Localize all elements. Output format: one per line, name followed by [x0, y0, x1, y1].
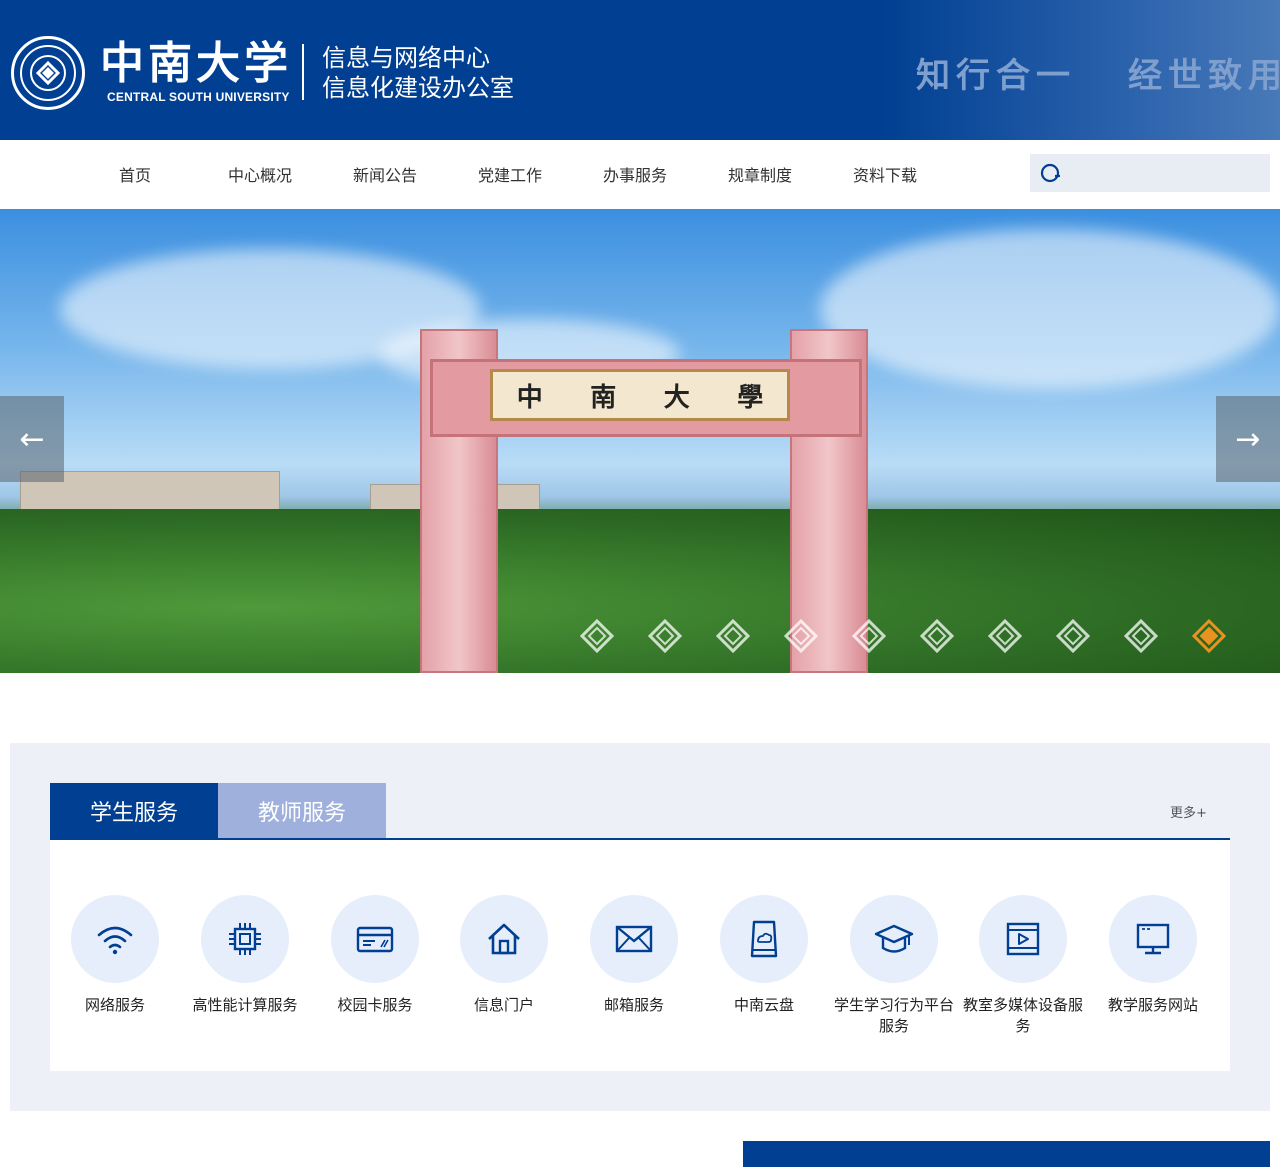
search-box — [1030, 154, 1270, 192]
tab-student-services[interactable]: 学生服务 — [50, 783, 218, 839]
hero-banner: 中 南 大 學 ← → — [0, 209, 1280, 673]
nav-item-about[interactable]: 中心概况 — [210, 162, 310, 186]
service-label: 邮箱服务 — [603, 996, 664, 1014]
tab-teacher-services[interactable]: 教师服务 — [218, 783, 386, 839]
nav-item-news[interactable]: 新闻公告 — [335, 162, 435, 186]
slide-dot-icon[interactable] — [987, 618, 1023, 654]
video-play-icon — [1006, 922, 1040, 956]
service-icon-bg — [331, 895, 419, 983]
service-label: 高性能计算服务 — [192, 996, 298, 1014]
service-item-network[interactable]: 网络服务 — [50, 895, 180, 1016]
motto-text-1: 知行合一 — [916, 56, 1076, 96]
service-item-teaching-site[interactable]: 教学服务网站 — [1088, 895, 1218, 1016]
service-icon-bg — [1109, 895, 1197, 983]
banner-next-arrow-icon[interactable]: → — [1216, 396, 1280, 482]
service-item-classroom-media[interactable]: 教室多媒体设备服务 — [958, 895, 1088, 1037]
slide-dot-icon[interactable] — [647, 618, 683, 654]
service-item-campus-card[interactable]: 校园卡服务 — [310, 895, 440, 1016]
service-item-portal[interactable]: 信息门户 — [439, 895, 569, 1016]
monitor-icon — [1136, 923, 1170, 955]
banner-cloud — [820, 229, 1280, 389]
service-label: 校园卡服务 — [337, 996, 413, 1014]
service-label: 网络服务 — [84, 996, 145, 1014]
slide-dot-icon[interactable] — [851, 618, 887, 654]
slide-dot-icon[interactable] — [579, 618, 615, 654]
service-item-learning-platform[interactable]: 学生学习行为平台服务 — [829, 895, 959, 1037]
service-icon-bg — [71, 895, 159, 983]
site-header: 中南大学 CENTRAL SOUTH UNIVERSITY 信息与网络中心 信息… — [0, 0, 1280, 140]
home-icon — [488, 923, 520, 955]
gate-char: 學 — [737, 382, 764, 413]
cloud-drive-icon — [750, 920, 778, 958]
service-label: 教学服务网站 — [1107, 996, 1198, 1014]
department-name-line1: 信息与网络中心 — [322, 44, 490, 72]
slide-dot-icon[interactable] — [1123, 618, 1159, 654]
service-item-cloud-drive[interactable]: 中南云盘 — [699, 895, 829, 1016]
service-item-mail[interactable]: 邮箱服务 — [569, 895, 699, 1016]
service-icon-bg — [201, 895, 289, 983]
service-label: 中南云盘 — [733, 996, 794, 1014]
service-icon-bg — [979, 895, 1067, 983]
service-icon-bg — [590, 895, 678, 983]
seal-emblem-icon — [20, 45, 76, 101]
gate-plaque: 中 南 大 學 — [490, 369, 790, 421]
service-label: 教室多媒体设备服务 — [962, 996, 1083, 1035]
card-icon — [356, 926, 394, 953]
gate-char: 南 — [590, 382, 617, 413]
service-icon-bg — [720, 895, 808, 983]
nav-item-home[interactable]: 首页 — [85, 162, 185, 186]
slide-dot-icon[interactable] — [715, 618, 751, 654]
slide-dot-icon[interactable] — [1191, 618, 1227, 654]
chip-icon — [229, 923, 261, 955]
banner-prev-arrow-icon[interactable]: ← — [0, 396, 64, 482]
wifi-icon — [97, 926, 133, 955]
slide-dot-icon[interactable] — [783, 618, 819, 654]
search-input[interactable] — [1070, 158, 1260, 188]
university-name-cn[interactable]: 中南大学 — [100, 38, 292, 90]
nav-item-services[interactable]: 办事服务 — [585, 162, 685, 186]
slide-dot-icon[interactable] — [1055, 618, 1091, 654]
service-icon-bg — [460, 895, 548, 983]
service-label: 学生学习行为平台服务 — [833, 996, 954, 1035]
slide-dot-icon[interactable] — [919, 618, 955, 654]
service-label: 信息门户 — [473, 996, 534, 1014]
nav-item-party[interactable]: 党建工作 — [460, 162, 560, 186]
nav-item-rules[interactable]: 规章制度 — [710, 162, 810, 186]
section-header-bar — [743, 1141, 1270, 1167]
service-item-hpc[interactable]: 高性能计算服务 — [180, 895, 310, 1016]
nav-item-downloads[interactable]: 资料下载 — [835, 162, 935, 186]
service-icon-bg — [850, 895, 938, 983]
department-name-line2: 信息化建设办公室 — [322, 74, 514, 102]
gate-char: 大 — [663, 382, 690, 413]
slide-indicator — [579, 618, 1240, 659]
motto-text-2: 经世致用 — [1128, 56, 1280, 96]
gate-char: 中 — [516, 382, 543, 413]
logo-divider — [302, 44, 304, 100]
mail-icon — [615, 925, 653, 953]
more-link[interactable]: 更多+ — [1170, 802, 1207, 821]
university-name-en: CENTRAL SOUTH UNIVERSITY — [107, 90, 290, 104]
search-icon[interactable] — [1040, 162, 1062, 184]
university-seal-logo[interactable] — [11, 36, 85, 110]
graduation-cap-icon — [874, 924, 914, 953]
